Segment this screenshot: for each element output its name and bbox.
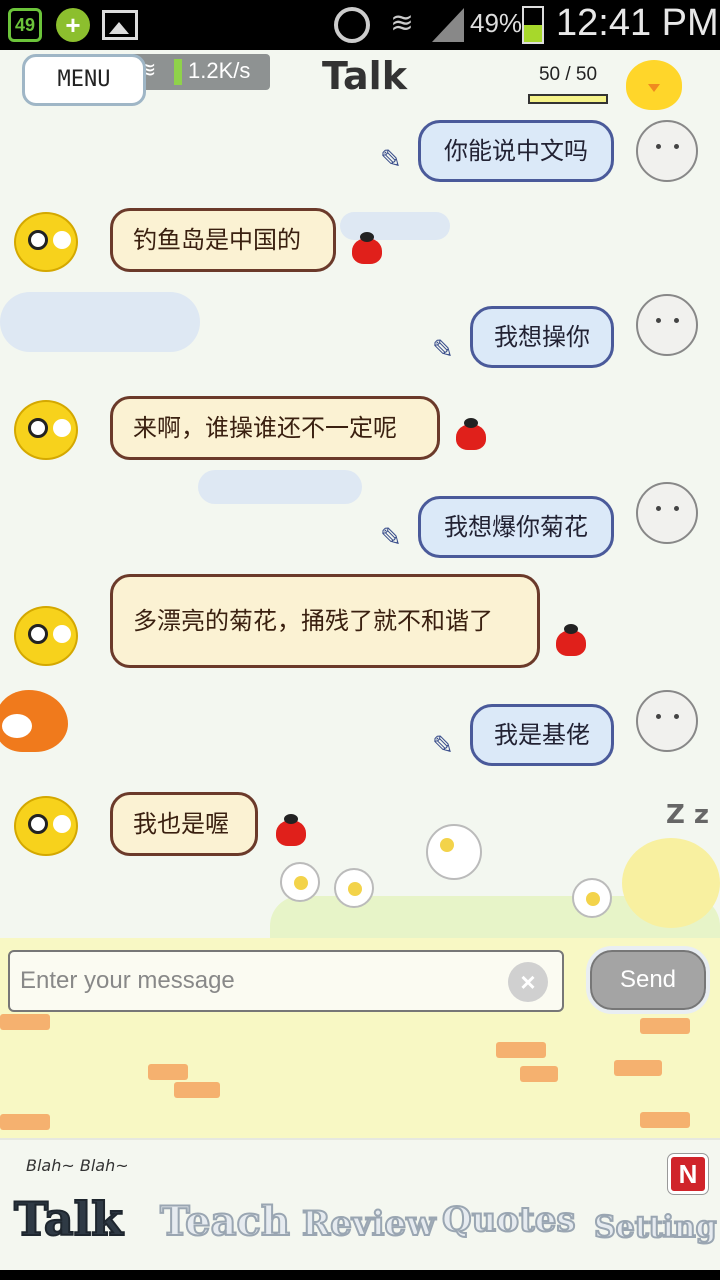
brick-decoration — [640, 1112, 690, 1128]
counter-bar — [528, 94, 608, 104]
ladybug-icon[interactable] — [352, 232, 382, 264]
signal-icon — [432, 8, 464, 42]
bottom-nav: Blah~ Blah~ Talk Teach Review Quotes Set… — [0, 1138, 720, 1270]
nav-caption: Blah~ Blah~ — [26, 1156, 129, 1175]
sleeping-mascot — [622, 838, 720, 928]
brick-decoration — [520, 1066, 558, 1082]
cloud-decoration — [0, 292, 200, 352]
brick-decoration — [148, 1064, 188, 1080]
clear-input-button[interactable]: × — [508, 962, 548, 1002]
user-avatar — [636, 482, 698, 544]
message-input[interactable] — [8, 950, 564, 1012]
tab-quotes[interactable]: Quotes — [441, 1199, 576, 1241]
tab-setting[interactable]: Setting — [593, 1209, 718, 1246]
message-bubble-received[interactable]: 多漂亮的菊花，捅残了就不和谐了 — [110, 574, 540, 668]
system-bottom-bar — [0, 1270, 720, 1280]
user-avatar — [636, 294, 698, 356]
wifi-icon: ≋ — [390, 6, 414, 39]
app-header: ≋ 1.2K/s MENU Talk 50 / 50 — [0, 50, 720, 116]
brick-decoration — [496, 1042, 546, 1058]
ladybug-icon[interactable] — [456, 418, 486, 450]
flower-decoration — [426, 824, 482, 880]
battery-percent: 49% — [470, 8, 523, 38]
ladybug-icon[interactable] — [556, 624, 586, 656]
flower-decoration — [280, 862, 320, 902]
cloud-decoration — [198, 470, 362, 504]
ladybug-icon[interactable] — [276, 814, 306, 846]
page-title: Talk — [322, 54, 407, 98]
speed-bar — [174, 59, 182, 85]
message-bubble-received[interactable]: 来啊，谁操谁还不一定呢 — [110, 396, 440, 460]
sleep-zz-icon: Z z — [666, 800, 710, 830]
message-bubble-sent[interactable]: 我是基佬 — [470, 704, 614, 766]
picture-icon — [102, 10, 138, 40]
message-bubble-sent[interactable]: 你能说中文吗 — [418, 120, 614, 182]
brick-decoration — [0, 1114, 50, 1130]
send-button[interactable]: Send — [586, 946, 710, 1014]
flower-decoration — [572, 878, 612, 918]
tab-teach[interactable]: Teach — [159, 1197, 291, 1246]
brick-decoration — [614, 1060, 662, 1076]
bot-avatar — [14, 400, 78, 460]
bot-avatar — [14, 796, 78, 856]
message-bubble-received[interactable]: 钓鱼岛是中国的 — [110, 208, 336, 272]
network-speed-value: 1.2K/s — [188, 58, 251, 83]
new-badge[interactable]: N — [668, 1154, 708, 1194]
brick-decoration — [640, 1018, 690, 1034]
pencil-icon[interactable]: ✎ — [380, 146, 408, 174]
fish-decoration — [0, 690, 68, 752]
user-avatar — [636, 120, 698, 182]
message-bubble-sent[interactable]: 我想爆你菊花 — [418, 496, 614, 558]
cloud-decoration — [340, 212, 450, 240]
chick-mascot-icon[interactable] — [626, 60, 682, 110]
message-bubble-sent[interactable]: 我想操你 — [470, 306, 614, 368]
pencil-icon[interactable]: ✎ — [380, 524, 408, 552]
pencil-icon[interactable]: ✎ — [432, 732, 460, 760]
battery-icon — [522, 6, 544, 44]
message-bubble-received[interactable]: 我也是喔 — [110, 792, 258, 856]
network-speed: ≋ 1.2K/s — [130, 54, 270, 90]
flower-decoration — [334, 868, 374, 908]
user-avatar — [636, 690, 698, 752]
tab-review[interactable]: Review — [301, 1203, 436, 1245]
brick-decoration — [0, 1014, 50, 1030]
tab-talk[interactable]: Talk — [13, 1191, 124, 1247]
alarm-icon — [334, 7, 370, 43]
menu-button[interactable]: MENU — [22, 54, 146, 106]
status-bar: 49 + ≋ 49% 12:41 PM — [0, 0, 720, 50]
brick-decoration — [174, 1082, 220, 1098]
notification-count-icon: 49 — [8, 8, 42, 42]
chat-area[interactable]: ✎ 你能说中文吗 钓鱼岛是中国的 ✎ 我想操你 来啊，谁操谁还不一定呢 ✎ 我想… — [0, 116, 720, 938]
bot-avatar — [14, 212, 78, 272]
message-counter: 50 / 50 — [538, 64, 598, 85]
composer: × Send — [0, 938, 720, 1138]
pencil-icon[interactable]: ✎ — [432, 336, 460, 364]
bot-avatar — [14, 606, 78, 666]
clock: 12:41 PM — [556, 2, 719, 44]
plus-game-icon: + — [56, 8, 90, 42]
